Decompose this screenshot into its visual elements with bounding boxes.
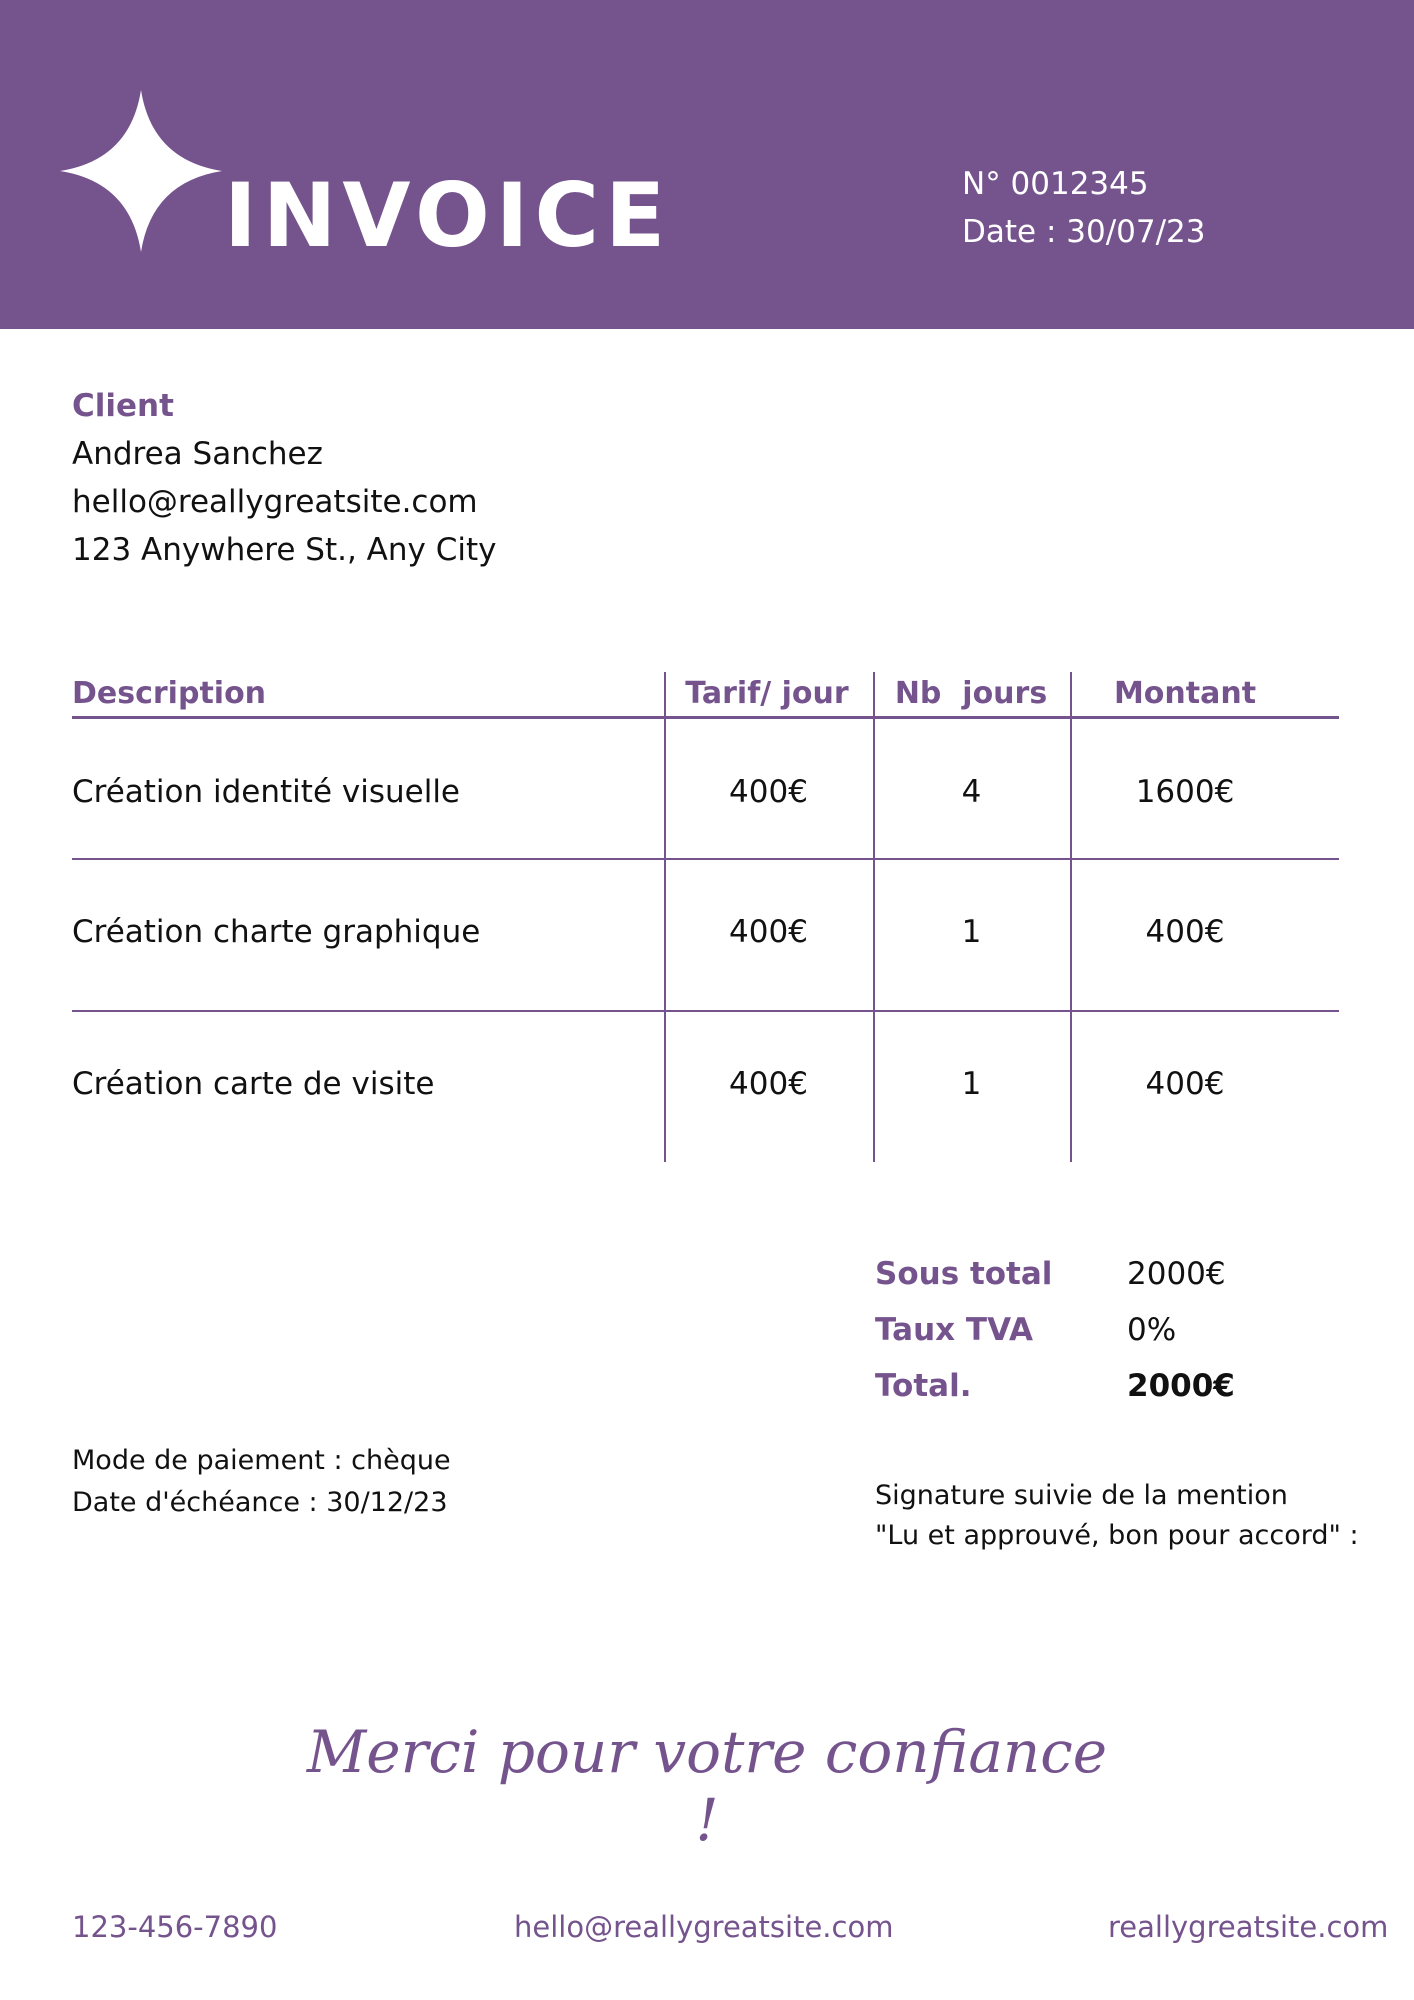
- tax-value: 0%: [1127, 1312, 1177, 1348]
- signature-note: Signature suivie de la mention "Lu et ap…: [875, 1476, 1359, 1556]
- item-amount: 400€: [1145, 1066, 1225, 1102]
- invoice-number: N° 0012345: [962, 166, 1149, 202]
- invoice-header: INVOICE N° 0012345 Date : 30/07/23: [0, 0, 1414, 329]
- row-divider: [72, 858, 1339, 860]
- total-label: Total.: [875, 1368, 972, 1404]
- total-value: 2000€: [1127, 1368, 1235, 1404]
- client-email: hello@reallygreatsite.com: [72, 484, 478, 520]
- invoice-date: Date : 30/07/23: [962, 214, 1206, 250]
- table-row: Création identité visuelle 400€ 4 1600€: [72, 772, 1339, 812]
- item-rate: 400€: [729, 1066, 808, 1102]
- footer-phone: 123-456-7890: [72, 1910, 278, 1944]
- subtotal-value: 2000€: [1127, 1256, 1226, 1292]
- item-days: 1: [961, 914, 982, 950]
- footer-email: hello@reallygreatsite.com: [514, 1910, 894, 1944]
- client-address: 123 Anywhere St., Any City: [72, 532, 497, 568]
- item-days: 4: [961, 774, 982, 810]
- invoice-meta: N° 0012345 Date : 30/07/23: [962, 160, 1205, 256]
- row-divider: [72, 1010, 1339, 1012]
- item-amount: 1600€: [1135, 774, 1235, 810]
- header-divider: [72, 716, 1339, 719]
- footer-website: reallygreatsite.com: [1108, 1910, 1389, 1944]
- item-description: Création carte de visite: [72, 1066, 435, 1102]
- tax-label: Taux TVA: [875, 1312, 1033, 1348]
- signature-line-1: Signature suivie de la mention: [875, 1480, 1288, 1511]
- client-block: Client Andrea Sanchez hello@reallygreats…: [72, 382, 497, 574]
- invoice-title: INVOICE: [224, 164, 672, 267]
- payment-info: Mode de paiement : chèque Date d'échéanc…: [72, 1440, 451, 1524]
- item-rate: 400€: [729, 914, 808, 950]
- items-table: Description Tarif/ jour Nb jours Montant…: [72, 672, 1339, 1162]
- item-days: 1: [961, 1066, 982, 1102]
- client-name: Andrea Sanchez: [72, 436, 323, 472]
- column-header-days: Nb jours: [894, 676, 1048, 711]
- item-amount: 400€: [1145, 914, 1225, 950]
- payment-method: Mode de paiement : chèque: [72, 1445, 451, 1476]
- four-point-star-icon: [60, 90, 222, 252]
- table-row: Création charte graphique 400€ 1 400€: [72, 912, 1339, 952]
- client-heading: Client: [72, 388, 174, 424]
- thank-you-message: Merci pour votre confiance !: [306, 1718, 1108, 1854]
- due-date: Date d'échéance : 30/12/23: [72, 1487, 448, 1518]
- table-row: Création carte de visite 400€ 1 400€: [72, 1064, 1339, 1104]
- column-header-description: Description: [72, 676, 267, 711]
- item-rate: 400€: [729, 774, 808, 810]
- subtotal-label: Sous total: [875, 1256, 1053, 1292]
- signature-line-2: "Lu et approuvé, bon pour accord" :: [875, 1520, 1359, 1551]
- column-header-rate: Tarif/ jour: [685, 676, 849, 711]
- item-description: Création charte graphique: [72, 914, 481, 950]
- item-description: Création identité visuelle: [72, 774, 460, 810]
- column-header-amount: Montant: [1113, 676, 1257, 711]
